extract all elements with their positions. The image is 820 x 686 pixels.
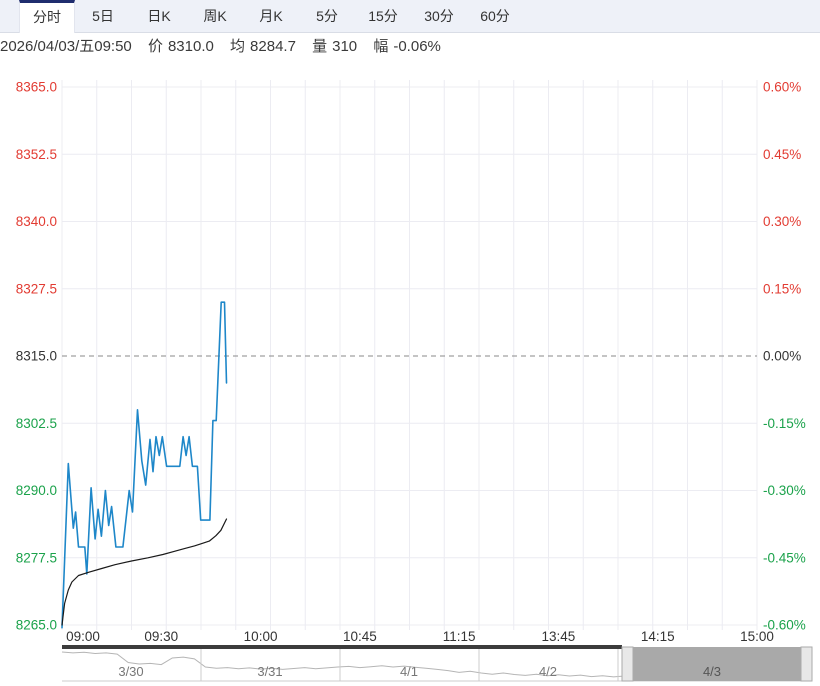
quote-avg-group: 均 8284.7 xyxy=(230,38,296,55)
time-axis-label: 10:00 xyxy=(244,629,278,644)
volume-label: 量 xyxy=(312,38,328,55)
tab-daily-k[interactable]: 日K xyxy=(131,0,187,33)
tab-15min[interactable]: 15分 xyxy=(355,0,411,33)
time-axis-label: 10:45 xyxy=(343,629,377,644)
tab-5min[interactable]: 5分 xyxy=(299,0,355,33)
avg-value: 8284.7 xyxy=(250,38,296,55)
intraday-chart-canvas: 8365.0 8352.5 8340.0 8327.5 8315.0 8302.5 8290… xyxy=(16,80,813,682)
price-axis-label: 8265.0 xyxy=(16,618,57,633)
change-value: -0.06% xyxy=(393,38,441,55)
tab-weekly-k[interactable]: 周K xyxy=(187,0,243,33)
tab-5day[interactable]: 5日 xyxy=(75,0,131,33)
navigator-day-3-30[interactable]: 3/30 xyxy=(118,664,143,679)
price-value: 8310.0 xyxy=(167,38,214,55)
time-axis-label: 15:00 xyxy=(740,629,774,644)
time-axis: 09:00 09:30 10:00 10:45 11:15 13:45 14:15 15:00 xyxy=(66,629,774,644)
tab-monthly-k[interactable]: 月K xyxy=(243,0,299,33)
price-line xyxy=(61,301,228,629)
quote-datetime: 2026/04/03/五09:50 xyxy=(0,38,132,55)
percent-axis-label: 0.00% xyxy=(763,349,801,364)
avg-label: 均 xyxy=(230,38,246,55)
price-axis-label: 8327.5 xyxy=(16,281,57,296)
navigator-top-border xyxy=(62,645,622,649)
tab-60min[interactable]: 60分 xyxy=(467,0,523,33)
tab-30min[interactable]: 30分 xyxy=(411,0,467,33)
navigator-day-selected[interactable]: 4/3 xyxy=(703,664,721,679)
price-axis-label: 8340.0 xyxy=(16,214,57,229)
price-label: 价 xyxy=(147,38,163,55)
price-axis-label: 8352.5 xyxy=(16,147,57,162)
navigator-handle-right[interactable] xyxy=(800,646,813,682)
navigator-window[interactable]: 4/3 xyxy=(621,646,813,682)
time-axis-label: 13:45 xyxy=(542,629,576,644)
grid xyxy=(61,80,758,630)
quote-change-group: 幅 -0.06% xyxy=(373,38,441,55)
quote-volume-group: 量 310 xyxy=(312,38,357,55)
price-axis-label: 8290.0 xyxy=(16,483,57,498)
time-axis-label: 09:30 xyxy=(144,629,178,644)
percent-axis-label: 0.30% xyxy=(763,214,801,229)
price-axis-label: 8365.0 xyxy=(16,80,57,95)
percent-axis-label: 0.45% xyxy=(763,147,801,162)
time-axis-label: 11:15 xyxy=(443,629,476,644)
price-axis-label: 8277.5 xyxy=(16,550,57,565)
price-axis: 8365.0 8352.5 8340.0 8327.5 8315.0 8302.5 8290… xyxy=(16,80,57,633)
time-axis-label: 09:00 xyxy=(66,629,100,644)
price-axis-label: 8315.0 xyxy=(16,349,57,364)
tab-minute[interactable]: 分时 xyxy=(19,0,75,33)
percent-axis-label: -0.30% xyxy=(763,483,806,498)
navigator-day-4-2[interactable]: 4/2 xyxy=(539,664,557,679)
change-label: 幅 xyxy=(373,38,389,55)
date-navigator: 3/30 3/31 4/1 4/2 4/3 xyxy=(61,645,813,682)
percent-axis-label: 0.15% xyxy=(763,281,801,296)
period-tabbar: 分时 5日 日K 周K 月K 5分 15分 30分 60分 xyxy=(0,0,820,33)
trading-app-window: 8365.0 8352.5 8340.0 8327.5 8315.0 8302.5 8290… xyxy=(0,0,820,686)
percent-axis-label: 0.60% xyxy=(763,80,801,95)
percent-axis-label: -0.45% xyxy=(763,550,806,565)
navigator-day-4-1[interactable]: 4/1 xyxy=(400,664,418,679)
price-axis-label: 8302.5 xyxy=(16,416,57,431)
percent-axis-label: -0.15% xyxy=(763,416,806,431)
time-axis-label: 14:15 xyxy=(641,629,675,644)
navigator-day-3-31[interactable]: 3/31 xyxy=(257,664,282,679)
volume-value: 310 xyxy=(332,38,358,55)
navigator-handle-left[interactable] xyxy=(621,646,634,682)
percent-axis: 0.60% 0.45% 0.30% 0.15% 0.00% -0.15% -0.30% -0.… xyxy=(763,80,806,633)
quote-price-group: 价 8310.0 xyxy=(148,38,214,55)
quote-info-bar: 2026/04/03/五09:50 价 8310.0 均 8284.7 量 310 幅… xyxy=(0,34,820,60)
